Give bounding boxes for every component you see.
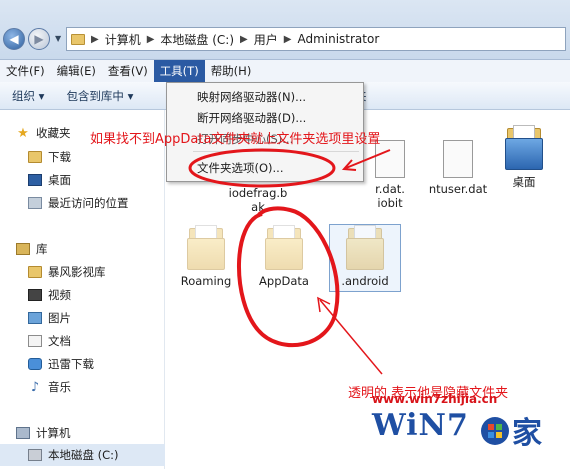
forward-button[interactable]: ▶: [28, 28, 50, 50]
folder-desktop[interactable]: 桌面: [496, 125, 552, 190]
sidebar-item-label: 暴风影视库: [48, 265, 106, 279]
menu-edit[interactable]: 编辑(E): [51, 60, 102, 82]
sidebar-item-label: 文档: [48, 334, 71, 348]
win7-logo: WiN7 家: [372, 406, 548, 451]
file-label: ak: [251, 200, 265, 214]
breadcrumb-users[interactable]: 用户: [254, 31, 278, 48]
chevron-right-icon[interactable]: ▶: [91, 34, 99, 45]
folder-appdata[interactable]: AppData: [252, 225, 316, 288]
chevron-right-icon[interactable]: ▶: [147, 34, 155, 45]
file-label: Roaming: [180, 274, 232, 288]
file-label: ntuser.dat: [428, 182, 488, 196]
file-label: iobit: [377, 196, 403, 210]
folder-icon: [71, 33, 85, 45]
folder-icon: [505, 125, 543, 170]
menu-bar: 文件(F) 编辑(E) 查看(V) 工具(T) 帮助(H): [0, 60, 570, 82]
chevron-down-icon[interactable]: ▼: [55, 34, 61, 43]
menu-help[interactable]: 帮助(H): [205, 60, 258, 82]
folder-android[interactable]: .android: [333, 225, 397, 288]
file-label: AppData: [259, 274, 309, 288]
music-note-icon: ♪: [30, 379, 40, 395]
menu-separator: [193, 151, 359, 152]
sidebar-item-local-disk[interactable]: 本地磁盘 (C:): [0, 444, 165, 466]
folder-roaming[interactable]: Roaming: [174, 225, 238, 288]
site-watermark: www.win7zhijia.cn: [372, 392, 498, 406]
sidebar-item-label: 计算机: [36, 426, 71, 440]
chevron-right-icon[interactable]: ▶: [240, 34, 248, 45]
breadcrumb-local-disk[interactable]: 本地磁盘 (C:): [160, 31, 234, 48]
document-icon: [443, 140, 473, 178]
logo-text: 家: [512, 416, 543, 451]
document-icon: [28, 335, 42, 347]
star-icon: ★: [17, 125, 29, 141]
menu-item-map-network-drive[interactable]: 映射网络驱动器(N)...: [197, 89, 306, 105]
sidebar-item-label: 最近访问的位置: [48, 196, 129, 210]
folder-icon: [28, 151, 42, 163]
sidebar-item-label: 迅雷下载: [48, 357, 94, 371]
annotation-top: 如果找不到AppData文件夹就上文件夹选项里设置: [90, 132, 381, 147]
desktop-icon: [28, 174, 42, 186]
menu-item-disconnect-network-drive[interactable]: 断开网络驱动器(D)...: [197, 110, 306, 126]
arrow-right-icon: ▶: [34, 32, 44, 46]
chevron-right-icon[interactable]: ▶: [284, 34, 292, 45]
thunder-download-icon: [28, 358, 42, 370]
title-bar: ◀ ▶ ▼ ▶ 计算机 ▶ 本地磁盘 (C:) ▶ 用户 ▶ Administr…: [0, 0, 570, 60]
organize-button[interactable]: 组织 ▾: [0, 88, 54, 104]
video-icon: [28, 289, 42, 301]
sidebar-item-label: 音乐: [48, 380, 71, 394]
file-label: .android: [341, 274, 389, 288]
file-label: 桌面: [512, 175, 536, 189]
file-ntuser-dat-log[interactable]: r.dat. iobit: [366, 140, 414, 210]
back-button[interactable]: ◀: [3, 28, 25, 50]
breadcrumb-computer[interactable]: 计算机: [105, 31, 141, 48]
navigation-pane: ★ 收藏夹 下载 桌面 最近访问的位置 库 暴风影视库 视频 图片 文档 迅雷下…: [0, 110, 165, 469]
sidebar-item-label: 视频: [48, 288, 71, 302]
menu-file[interactable]: 文件(F): [0, 60, 51, 82]
library-icon: [16, 243, 30, 255]
address-bar[interactable]: ▶ 计算机 ▶ 本地磁盘 (C:) ▶ 用户 ▶ Administrator: [66, 27, 566, 51]
folder-icon: [265, 225, 303, 270]
file-ntuser-dat[interactable]: ntuser.dat: [422, 140, 494, 196]
sidebar-item-label: 桌面: [48, 173, 71, 187]
sidebar-item-libraries[interactable]: 库: [16, 238, 181, 260]
computer-icon: [16, 427, 30, 439]
menu-tools[interactable]: 工具(T): [153, 60, 205, 82]
logo-text: WiN7: [372, 408, 469, 443]
recent-places-icon: [28, 197, 42, 209]
breadcrumb-administrator[interactable]: Administrator: [297, 32, 379, 46]
sidebar-item-computer[interactable]: 计算机: [16, 422, 181, 444]
windows-flag-icon: [481, 417, 509, 445]
hard-drive-icon: [28, 449, 42, 461]
menu-item-folder-options[interactable]: 文件夹选项(O)...: [197, 160, 284, 176]
file-iodefrag-bak[interactable]: iodefrag.b ak: [218, 186, 298, 214]
sidebar-item-label: 本地磁盘 (C:): [48, 448, 119, 462]
folder-icon: [28, 266, 42, 278]
sidebar-item-label: 图片: [48, 311, 71, 325]
sidebar-item-label: 收藏夹: [36, 126, 71, 140]
include-in-library-button[interactable]: 包含到库中 ▾: [54, 88, 143, 104]
sidebar-item-label: 库: [36, 242, 48, 256]
menu-view[interactable]: 查看(V): [102, 60, 154, 82]
sidebar-item-label: 下载: [48, 150, 71, 164]
folder-icon: [187, 225, 225, 270]
file-label: iodefrag.b: [228, 186, 288, 200]
picture-icon: [28, 312, 42, 324]
folder-icon: [346, 225, 384, 270]
file-label: r.dat.: [375, 182, 405, 196]
arrow-left-icon: ◀: [9, 32, 19, 46]
